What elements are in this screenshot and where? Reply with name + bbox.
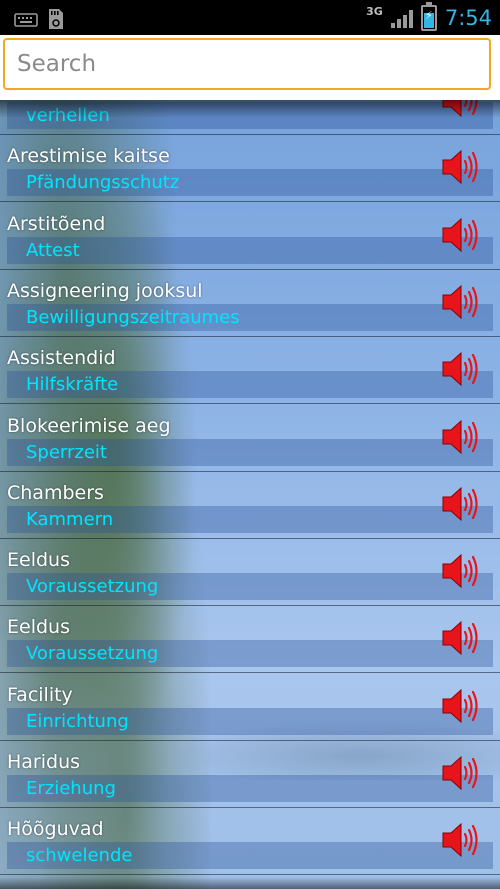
term-text: Arestimise kaitse xyxy=(7,145,170,168)
list-item[interactable]: Assigneering jooksul Bewilligungszeitrau… xyxy=(0,270,500,337)
search-bar xyxy=(0,35,500,100)
notification-icons xyxy=(14,8,64,30)
speaker-icon[interactable] xyxy=(440,754,480,792)
list-item[interactable]: Blokeerimise aeg Sperrzeit xyxy=(0,405,500,472)
speaker-icon[interactable] xyxy=(440,552,480,590)
system-tray: 3G ⚡ 7:54 xyxy=(366,0,492,35)
speaker-icon[interactable] xyxy=(440,100,480,119)
term-text: Facility xyxy=(7,683,73,706)
list-item[interactable]: Arestimise kaitse Pfändungsschutz xyxy=(0,135,500,203)
speaker-icon[interactable] xyxy=(440,350,480,388)
translation-text: Pfändungsschutz xyxy=(26,172,180,194)
speaker-icon[interactable] xyxy=(440,687,480,725)
term-text: Blokeerimise aeg xyxy=(7,414,171,437)
speaker-icon[interactable] xyxy=(440,821,480,859)
term-text: Assistendid xyxy=(7,347,116,370)
status-bar: 3G ⚡ 7:54 xyxy=(0,0,500,35)
term-text: Arstitõend xyxy=(7,212,106,235)
translation-text: Bewilligungszeitraumes xyxy=(26,306,240,328)
list-item[interactable]: Eeldus Voraussetzung xyxy=(0,606,500,674)
list-item[interactable]: Haridus Erziehung xyxy=(0,741,500,808)
sd-card-icon xyxy=(49,9,63,29)
speaker-icon[interactable] xyxy=(440,619,480,657)
battery-charging-icon: ⚡ xyxy=(420,1,437,31)
translation-text: Voraussetzung xyxy=(26,643,159,665)
speaker-icon[interactable] xyxy=(440,148,480,186)
search-input[interactable] xyxy=(3,38,491,90)
translation-text: Erziehung xyxy=(26,778,116,799)
speaker-icon[interactable] xyxy=(440,283,480,321)
term-text: Eeldus xyxy=(7,616,70,639)
speaker-icon[interactable] xyxy=(440,418,480,456)
translation-text: Attest xyxy=(26,239,80,261)
term-text: Hõõguvad xyxy=(7,818,104,841)
term-text: Eeldus xyxy=(7,549,70,572)
term-text: Haridus xyxy=(7,751,81,773)
translation-text: Kammern xyxy=(26,508,114,530)
translation-text: schwelende xyxy=(26,845,133,867)
clock: 7:54 xyxy=(444,5,492,30)
word-list[interactable]: verhellen Arestimise kaitse Pfändungssch… xyxy=(0,100,500,889)
list-item[interactable]: Chambers Kammern xyxy=(0,472,500,539)
term-text: Chambers xyxy=(7,481,104,504)
list-item[interactable]: verhellen xyxy=(0,100,500,135)
list-item[interactable]: Facility Einrichtung xyxy=(0,674,500,741)
signal-icon xyxy=(390,8,413,28)
translation-text: verhellen xyxy=(26,105,110,126)
translation-text: Voraussetzung xyxy=(26,576,159,598)
list-item[interactable]: Eeldus Voraussetzung xyxy=(0,539,500,607)
keyboard-icon xyxy=(14,13,38,27)
translation-text: Einrichtung xyxy=(26,710,129,732)
speaker-icon[interactable] xyxy=(440,216,480,254)
list-item[interactable]: Assistendid Hilfskräfte xyxy=(0,337,500,405)
translation-text: Hilfskräfte xyxy=(26,374,119,396)
speaker-icon[interactable] xyxy=(440,485,480,523)
term-text: Assigneering jooksul xyxy=(7,279,203,302)
network-type: 3G xyxy=(366,5,383,18)
translation-highlight xyxy=(7,236,493,264)
translation-text: Sperrzeit xyxy=(26,441,107,463)
list-item[interactable]: Hõõguvad schwelende xyxy=(0,808,500,876)
list-item[interactable]: Arstitõend Attest xyxy=(0,203,500,270)
